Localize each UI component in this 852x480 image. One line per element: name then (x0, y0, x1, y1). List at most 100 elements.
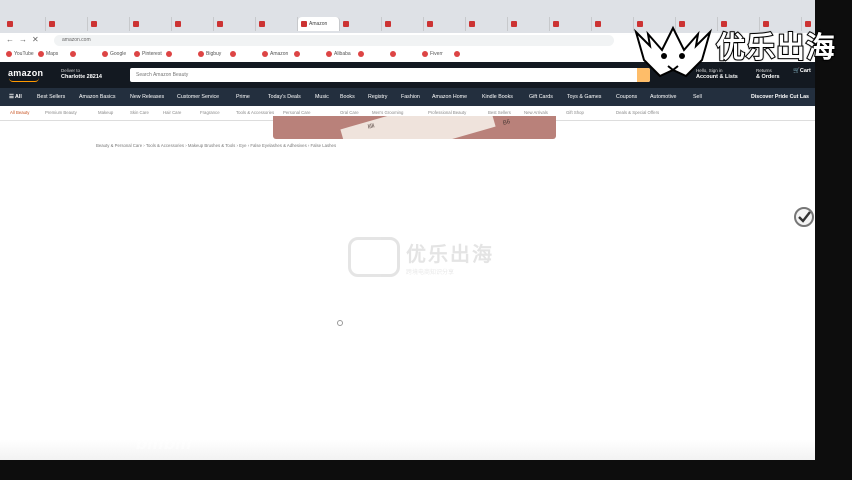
subnav-item[interactable]: Tools & Accessories (236, 110, 274, 115)
nav-item[interactable]: Prime (236, 94, 250, 100)
address-bar[interactable]: amazon.com (54, 35, 614, 46)
nav-item[interactable]: Music (315, 94, 329, 100)
breadcrumb[interactable]: Beauty & Personal Care › Tools & Accesso… (96, 143, 336, 148)
subnav-item[interactable]: Men's Grooming (372, 110, 403, 115)
bookmark-item[interactable] (166, 51, 174, 57)
nav-item[interactable]: Toys & Games (567, 94, 601, 100)
browser-tab[interactable] (466, 17, 508, 31)
center-watermark: 优乐出海 跨境电商知识分享 (348, 237, 494, 277)
bookmark-item[interactable]: Bigbuy (198, 51, 221, 57)
nav-item[interactable]: Registry (368, 94, 387, 100)
subnav-item[interactable]: Personal Care (283, 110, 310, 115)
subnav-item[interactable]: Fragrance (200, 110, 220, 115)
bookmark-label: YouTube (14, 51, 34, 57)
bookmark-item[interactable]: YouTube (6, 51, 34, 57)
nav-item[interactable]: Kindle Books (482, 94, 513, 100)
bookmark-item[interactable]: Amazon (262, 51, 288, 57)
browser-tab[interactable] (88, 17, 130, 31)
nav-all-button[interactable]: ☰ All (9, 94, 22, 100)
nav-item[interactable]: New Releases (130, 94, 164, 100)
subnav-item[interactable]: Best Sellers (488, 110, 511, 115)
subnav-item[interactable]: New Arrivals (524, 110, 548, 115)
bookmark-item[interactable] (230, 51, 238, 57)
bookmark-favicon-icon (230, 51, 236, 57)
subnav-item[interactable]: Professional Beauty (428, 110, 466, 115)
browser-tab[interactable] (4, 17, 46, 31)
tab-favicon-icon (259, 21, 265, 27)
nav-item[interactable]: Customer Service (177, 94, 219, 100)
browser-tab[interactable] (424, 17, 466, 31)
search-input[interactable]: Search Amazon Beauty (130, 68, 650, 82)
subnav-item[interactable]: Oral Care (340, 110, 359, 115)
bookmark-item[interactable] (70, 51, 78, 57)
browser-tab[interactable] (256, 17, 298, 31)
browser-tab[interactable] (130, 17, 172, 31)
tab-favicon-icon (427, 21, 433, 27)
bookmark-favicon-icon (134, 51, 140, 57)
tab-favicon-icon (49, 21, 55, 27)
corner-brand-text: 优乐出海 (715, 31, 837, 65)
nav-item[interactable]: Amazon Home (432, 94, 467, 100)
reload-icon[interactable]: ✕ (32, 35, 39, 44)
cart-label: Cart (799, 68, 811, 74)
nav-item[interactable]: Fashion (401, 94, 420, 100)
bookmark-label: Maps (46, 51, 59, 57)
browser-tab[interactable] (382, 17, 424, 31)
bookmark-favicon-icon (262, 51, 268, 57)
browser-tab[interactable] (46, 17, 88, 31)
bookmark-item[interactable]: Alibaba (326, 51, 351, 57)
browser-tab[interactable] (550, 17, 592, 31)
bookmark-item[interactable]: Google (102, 51, 126, 57)
subnav-item[interactable]: Makeup (98, 110, 113, 115)
browser-tab[interactable] (214, 17, 256, 31)
returns-orders[interactable]: Returns & Orders (756, 68, 780, 80)
subnav-item[interactable]: Premium Beauty (45, 110, 77, 115)
nav-item[interactable]: Amazon Basics (79, 94, 116, 100)
bookmark-item[interactable] (390, 51, 398, 57)
bookmark-item[interactable]: Pinterest (134, 51, 162, 57)
bookmark-label: Bigbuy (206, 51, 222, 57)
subnav-item[interactable]: Hair Care (163, 110, 181, 115)
nav-promo-link[interactable]: Discover Pride Cut Las (751, 94, 809, 100)
nav-item[interactable]: Best Sellers (37, 94, 65, 100)
bookmark-favicon-icon (198, 51, 204, 57)
promo-banner[interactable]: lilli B6 (273, 116, 556, 139)
amazon-logo[interactable]: amazon (8, 68, 43, 78)
browser-tab[interactable] (172, 17, 214, 31)
banner-product-image (340, 116, 496, 139)
nav-item[interactable]: Books (340, 94, 355, 100)
bookmark-item[interactable] (454, 51, 462, 57)
subnav-item[interactable]: Skin Care (130, 110, 149, 115)
tab-favicon-icon (301, 21, 307, 27)
bookmark-favicon-icon (422, 51, 428, 57)
deliver-to-location: Charlotte 28214 (61, 74, 102, 80)
page-bottom (0, 440, 815, 460)
bookmark-item[interactable] (294, 51, 302, 57)
forward-icon[interactable]: → (19, 35, 27, 44)
bilibili-watermark: bilibili (136, 433, 192, 453)
tab-label: Amazon (309, 21, 328, 27)
check-badge-icon (794, 207, 814, 227)
nav-item[interactable]: Coupons (616, 94, 637, 100)
nav-item[interactable]: Gift Cards (529, 94, 553, 100)
cart-button[interactable]: 🛒Cart (793, 68, 811, 74)
watermark-text: 优乐出海 (406, 244, 494, 266)
back-icon[interactable]: ← (6, 35, 14, 44)
bookmark-item[interactable]: Maps (38, 51, 58, 57)
bookmark-item[interactable]: Fiverr (422, 51, 443, 57)
nav-item[interactable]: Automotive (650, 94, 677, 100)
browser-tab[interactable] (508, 17, 550, 31)
subnav-item[interactable]: Deals & Special Offers (616, 110, 659, 115)
deliver-to[interactable]: Deliver to Charlotte 28214 (61, 68, 102, 80)
browser-tab[interactable] (340, 17, 382, 31)
bookmark-favicon-icon (454, 51, 460, 57)
subnav-item[interactable]: All Beauty (10, 110, 29, 115)
browser-tab[interactable]: Amazon (298, 17, 340, 31)
nav-item[interactable]: Sell (693, 94, 702, 100)
amazon-smile-icon (9, 78, 39, 82)
tab-favicon-icon (385, 21, 391, 27)
bookmark-favicon-icon (294, 51, 300, 57)
subnav-item[interactable]: Gift Shop (566, 110, 584, 115)
bookmark-item[interactable] (358, 51, 366, 57)
nav-item[interactable]: Today's Deals (268, 94, 301, 100)
